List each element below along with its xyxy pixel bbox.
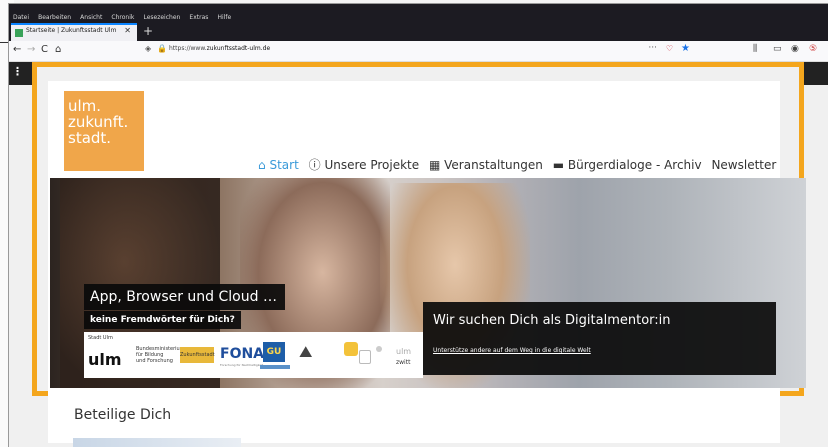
sponsor-logos: Stadt Ulm ulm Bundesministerium für Bild… bbox=[84, 332, 423, 378]
hero-title: App, Browser und Cloud … bbox=[84, 284, 285, 310]
cta-link[interactable]: Unterstütze andere auf dem Weg in die di… bbox=[433, 347, 591, 354]
lock-icon[interactable]: 🔒 bbox=[157, 44, 167, 53]
section-thumbnail[interactable] bbox=[73, 438, 241, 447]
nav-archiv-label: Bürgerdialoge - Archiv bbox=[567, 158, 702, 172]
sponsor-gu-bar bbox=[260, 365, 290, 369]
menu-kebab-icon[interactable]: ⋮ bbox=[12, 65, 23, 78]
account-icon[interactable]: ◉ bbox=[791, 44, 799, 54]
nav-start[interactable]: ⌂ Start bbox=[258, 158, 299, 172]
close-tab-icon[interactable]: ✕ bbox=[124, 26, 131, 35]
sponsor-dot-icon bbox=[376, 346, 382, 352]
sponsor-device-icon bbox=[359, 350, 371, 364]
nav-newsletter-label: Newsletter bbox=[711, 158, 777, 172]
sponsor-ulm-logo: ulm bbox=[88, 350, 122, 369]
menu-bar: Datei Bearbeiten Ansicht Chronik Lesezei… bbox=[9, 4, 828, 23]
favicon-icon bbox=[15, 29, 23, 37]
new-tab-button[interactable]: + bbox=[143, 23, 153, 39]
url-text[interactable]: https://www.zukunftsstadt-ulm.de bbox=[169, 45, 270, 52]
home-icon: ⌂ bbox=[258, 158, 266, 172]
page-actions-button[interactable]: ··· bbox=[648, 43, 657, 53]
sponsor-ulm-small: Stadt Ulm bbox=[88, 335, 113, 341]
shield-icon[interactable]: ◈ bbox=[145, 44, 151, 53]
sponsor-ulm-bubble-logo bbox=[344, 342, 358, 356]
logo-text: ulm. zukunft. stadt. bbox=[68, 97, 129, 147]
tab-startseite[interactable]: Startseite | Zukunftsstadt Ulm ✕ bbox=[11, 23, 137, 41]
reload-button[interactable]: C bbox=[41, 44, 48, 55]
nav-veranstaltungen[interactable]: ▦ Veranstaltungen bbox=[429, 158, 543, 172]
cta-box: Wir suchen Dich als Digitalmentor:in Unt… bbox=[423, 302, 776, 375]
sponsor-zwitt-logo: zwitt bbox=[396, 359, 411, 366]
extension-icon[interactable]: ⑤ bbox=[809, 44, 817, 54]
nav-archiv[interactable]: ▬ Bürgerdialoge - Archiv bbox=[553, 158, 702, 172]
sponsor-kopernikus-logo: ⛰ bbox=[299, 342, 313, 361]
calendar-icon: ▦ bbox=[428, 158, 441, 172]
nav-projekte[interactable]: ⓘ Unsere Projekte bbox=[309, 158, 420, 172]
url-bar[interactable]: ◈ 🔒 https://www.zukunftsstadt-ulm.de ···… bbox=[141, 43, 697, 57]
nav-veranstaltungen-label: Veranstaltungen bbox=[444, 158, 543, 172]
nav-start-label: Start bbox=[269, 158, 299, 172]
pocket-icon[interactable]: ♡ bbox=[666, 44, 673, 53]
bookmark-star-icon[interactable]: ★ bbox=[681, 43, 690, 54]
sponsor-fona-logo: FONA bbox=[220, 346, 265, 362]
sponsor-fona-subtitle: Forschung für Nachhaltigkeit bbox=[220, 363, 264, 367]
main-navigation: ⌂ Start ⓘ Unsere Projekte ▦ Veranstaltun… bbox=[258, 156, 782, 173]
forward-button[interactable]: → bbox=[27, 44, 35, 55]
tab-title: Startseite | Zukunftsstadt Ulm bbox=[26, 27, 117, 34]
site-logo[interactable]: ulm. zukunft. stadt. bbox=[64, 91, 144, 171]
sponsor-zukunftsstadt-logo: Zukunftsstadt bbox=[180, 347, 215, 363]
cta-heading: Wir suchen Dich als Digitalmentor:in bbox=[433, 313, 671, 328]
tab-bar: Startseite | Zukunftsstadt Ulm ✕ + bbox=[9, 23, 828, 41]
sponsor-bmbf-logo: Bundesministerium für Bildung und Forsch… bbox=[136, 346, 185, 364]
nav-projekte-label: Unsere Projekte bbox=[324, 158, 420, 172]
archive-icon: ▬ bbox=[552, 158, 565, 172]
nav-newsletter[interactable]: Newsletter bbox=[711, 158, 776, 172]
section-title: Beteilige Dich bbox=[74, 407, 172, 423]
sponsor-ulm-gray-logo: ulm bbox=[396, 347, 412, 356]
back-button[interactable]: ← bbox=[13, 44, 21, 55]
window-edge bbox=[0, 42, 9, 43]
navigation-toolbar: ← → C ⌂ ◈ 🔒 https://www.zukunftsstadt-ul… bbox=[9, 41, 828, 62]
library-icon[interactable]: ⫼ bbox=[753, 44, 757, 54]
home-button[interactable]: ⌂ bbox=[55, 44, 61, 55]
hero-subtitle: keine Fremdwörter für Dich? bbox=[84, 311, 241, 329]
sidebar-icon[interactable]: ▭ bbox=[773, 44, 782, 54]
sponsor-gu-logo: GU bbox=[263, 342, 285, 362]
info-icon: ⓘ bbox=[308, 158, 321, 172]
